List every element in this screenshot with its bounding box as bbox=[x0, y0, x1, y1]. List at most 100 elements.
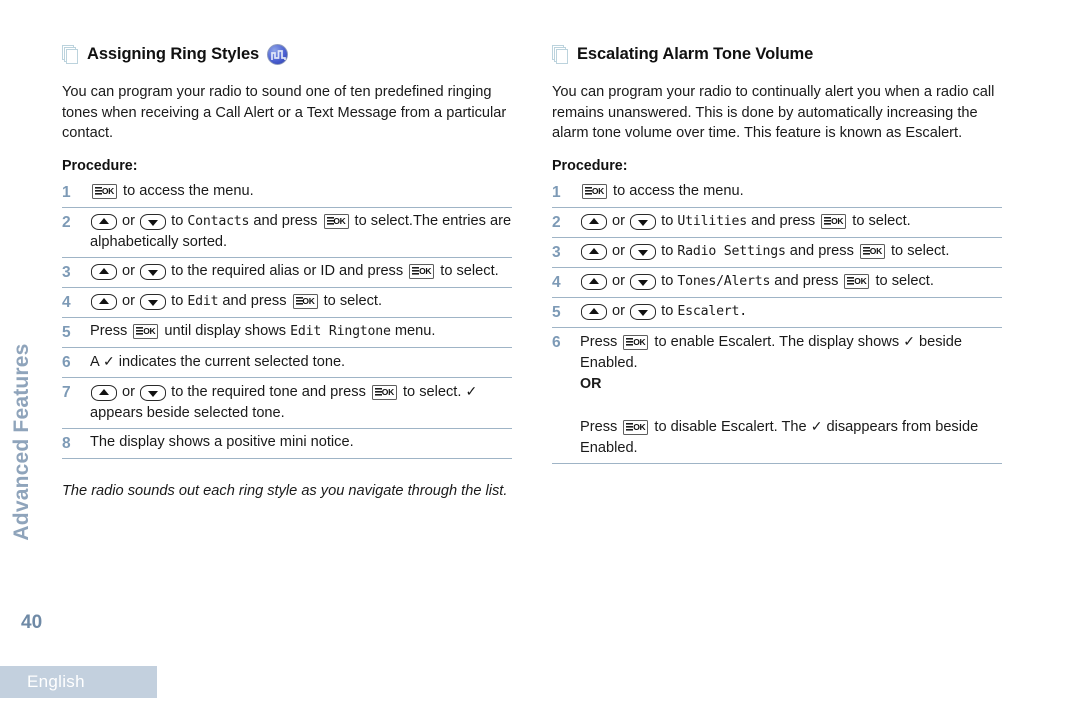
menu-ok-key-icon: OK bbox=[323, 213, 349, 229]
menu-name-text: Edit bbox=[187, 293, 219, 309]
up-arrow-key-icon bbox=[581, 273, 607, 290]
menu-ok-key-icon: OK bbox=[371, 384, 397, 400]
step-text: or bbox=[608, 242, 630, 259]
procedure-step: 4 or to Tones/Alerts and press OK to sel… bbox=[552, 268, 1002, 298]
procedure-step: 5 Press OK until display shows Edit Ringt… bbox=[62, 318, 512, 348]
right-column: Escalating Alarm Tone Volume You can prog… bbox=[552, 42, 1002, 464]
step-text: and press bbox=[218, 292, 291, 309]
down-arrow-key-icon bbox=[140, 263, 167, 280]
menu-ok-key-icon: OK bbox=[292, 293, 318, 309]
step-number: 5 bbox=[552, 303, 561, 321]
step-number: 1 bbox=[552, 183, 561, 201]
procedure-step-list: 1 OK to access the menu. 2 or to Contacts … bbox=[62, 178, 512, 459]
step-content: or to Escalert. bbox=[580, 301, 1002, 322]
step-text: to bbox=[167, 212, 188, 229]
menu-name-text: Contacts bbox=[187, 213, 250, 229]
step-text: or bbox=[118, 262, 140, 279]
step-text: or bbox=[118, 383, 140, 400]
step-text: appears beside selected tone. bbox=[90, 404, 285, 421]
step-text: Press bbox=[90, 322, 132, 339]
procedure-label: Procedure: bbox=[62, 157, 138, 174]
up-arrow-key-icon bbox=[581, 213, 607, 230]
procedure-step: 5 or to Escalert. bbox=[552, 298, 1002, 328]
step-number: 6 bbox=[552, 333, 561, 351]
footer-language-label: English bbox=[27, 672, 85, 691]
procedure-step: 2 or to Utilities and press OK to select… bbox=[552, 208, 1002, 238]
up-arrow-key-icon bbox=[91, 263, 117, 280]
check-mark-icon: ✓ bbox=[465, 382, 478, 399]
step-content: or to Utilities and press OK to select. bbox=[580, 211, 1002, 232]
down-arrow-key-icon bbox=[140, 293, 167, 310]
step-text: and press bbox=[770, 272, 843, 289]
step-text: or bbox=[608, 302, 630, 319]
chapter-side-tab: Advanced Features bbox=[0, 0, 50, 600]
step-text: indicates the current selected tone. bbox=[114, 353, 346, 370]
step-content: OK to access the menu. bbox=[580, 181, 1002, 202]
menu-ok-key-icon: OK bbox=[623, 419, 649, 435]
down-arrow-key-icon bbox=[630, 273, 657, 290]
procedure-step: 1 OK to access the menu. bbox=[552, 178, 1002, 208]
down-arrow-key-icon bbox=[140, 384, 167, 401]
section-heading-right: Escalating Alarm Tone Volume bbox=[552, 42, 1002, 66]
step-text: Press bbox=[580, 418, 622, 435]
step-text: to access the menu. bbox=[119, 182, 254, 199]
procedure-label: Procedure: bbox=[552, 157, 628, 174]
step-text: or bbox=[118, 292, 140, 309]
up-arrow-key-icon bbox=[91, 384, 117, 401]
procedure-step: 4 or to Edit and press OK to select. bbox=[62, 288, 512, 318]
section-heading-left: Assigning Ring Styles bbox=[62, 42, 512, 66]
alternative-or-label: OR bbox=[580, 375, 602, 392]
up-arrow-key-icon bbox=[581, 243, 607, 260]
ringtone-badge-icon bbox=[267, 43, 289, 65]
step-number: 8 bbox=[62, 434, 71, 452]
step-text: or bbox=[608, 272, 630, 289]
step-text: and press bbox=[785, 242, 858, 259]
step-text: The display shows a positive mini notice… bbox=[90, 433, 354, 450]
step-text: to select. bbox=[436, 262, 499, 279]
down-arrow-key-icon bbox=[140, 213, 167, 230]
procedure-step: 6 Press OK to enable Escalert. The displa… bbox=[552, 328, 1002, 464]
step-content: or to the required alias or ID and press… bbox=[90, 261, 512, 282]
step-number: 5 bbox=[62, 323, 71, 341]
stacked-pages-icon bbox=[62, 44, 79, 64]
step-text: to select. bbox=[398, 383, 466, 400]
step-content: or to the required tone and press OK to … bbox=[90, 381, 512, 424]
step-content: The display shows a positive mini notice… bbox=[90, 432, 512, 453]
section-note: The radio sounds out each ring style as … bbox=[62, 482, 508, 499]
step-text: A bbox=[90, 353, 103, 370]
up-arrow-key-icon bbox=[91, 213, 117, 230]
step-number: 7 bbox=[62, 383, 71, 401]
step-number: 4 bbox=[62, 293, 71, 311]
step-number: 3 bbox=[552, 243, 561, 261]
step-text: to bbox=[167, 292, 188, 309]
step-text: Press bbox=[580, 333, 622, 350]
procedure-step: 7 or to the required tone and press OK t… bbox=[62, 378, 512, 429]
step-text: to select. bbox=[871, 272, 934, 289]
menu-ok-key-icon: OK bbox=[844, 273, 870, 289]
procedure-step: 3 or to the required alias or ID and pre… bbox=[62, 258, 512, 288]
step-text: to select. bbox=[886, 242, 950, 259]
step-number: 3 bbox=[62, 263, 71, 281]
menu-ok-key-icon: OK bbox=[409, 263, 435, 279]
step-number: 2 bbox=[552, 213, 561, 231]
down-arrow-key-icon bbox=[630, 303, 657, 320]
step-content: Press OK to enable Escalert. The display… bbox=[580, 331, 1002, 459]
step-text: to bbox=[657, 302, 678, 319]
step-number: 2 bbox=[62, 213, 71, 231]
step-text: to the required alias or ID and press bbox=[167, 262, 408, 279]
down-arrow-key-icon bbox=[630, 213, 657, 230]
procedure-step: 3 or to Radio Settings and press OK to s… bbox=[552, 238, 1002, 268]
step-number: 6 bbox=[62, 353, 71, 371]
step-text: to select. bbox=[848, 212, 911, 229]
menu-ok-key-icon: OK bbox=[623, 334, 649, 350]
step-text: or bbox=[118, 212, 140, 229]
menu-name-text: Radio Settings bbox=[677, 243, 786, 259]
down-arrow-key-icon bbox=[630, 243, 657, 260]
step-content: or to Contacts and press OK to select.Th… bbox=[90, 211, 512, 253]
check-mark-icon: ✓ bbox=[102, 352, 115, 369]
procedure-step-list: 1 OK to access the menu. 2 or to Utilities… bbox=[552, 178, 1002, 464]
step-text: until display shows bbox=[160, 322, 291, 339]
step-text: and press bbox=[249, 212, 322, 229]
step-text: menu. bbox=[390, 322, 436, 339]
step-text: to bbox=[657, 242, 678, 259]
